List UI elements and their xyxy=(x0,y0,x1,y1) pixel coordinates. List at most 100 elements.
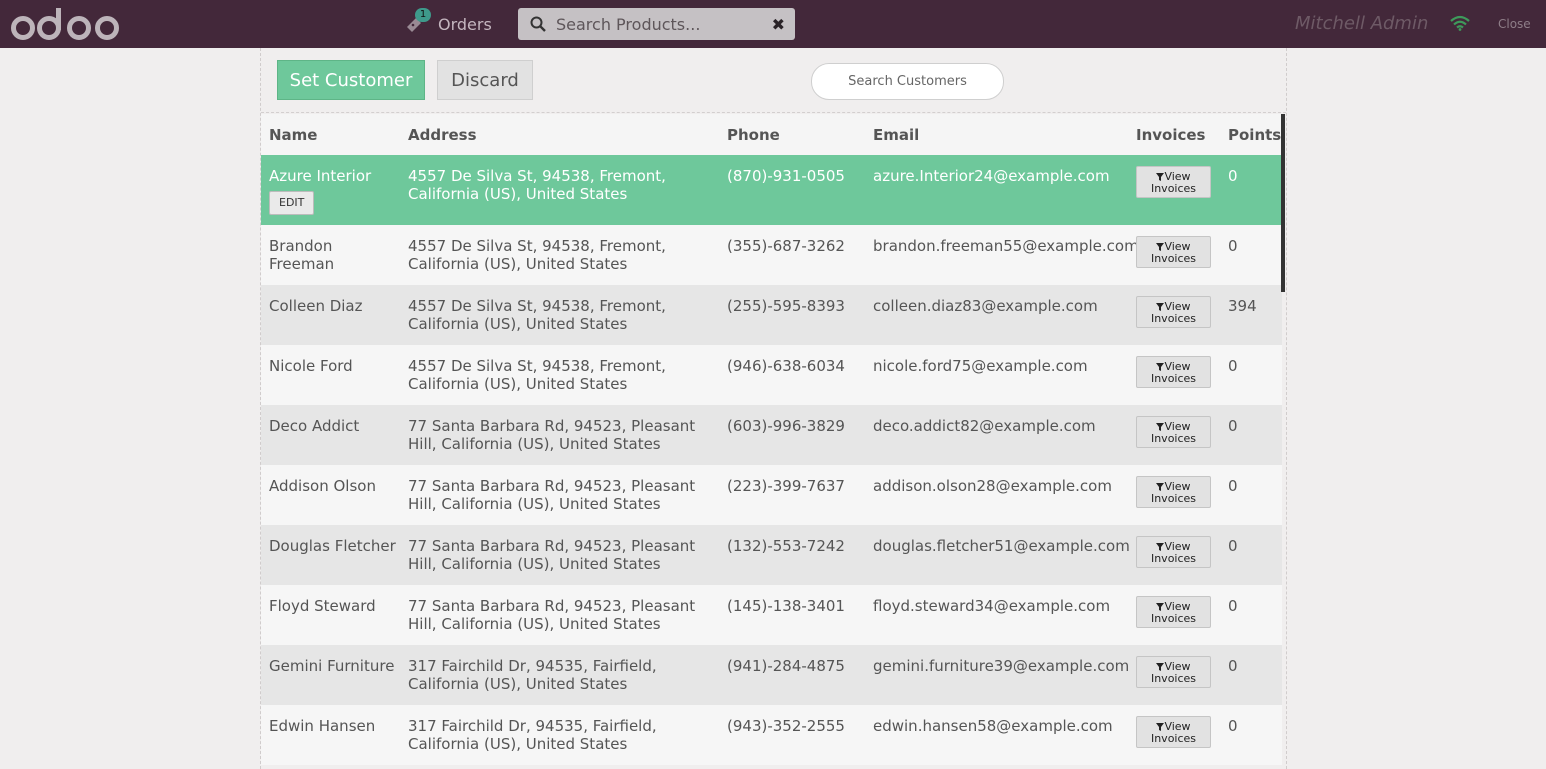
customer-list-panel: Set Customer Discard Name Address Phone … xyxy=(260,48,1287,769)
customer-name-cell: Nicole Ford xyxy=(261,345,400,405)
customer-phone: (946)-638-6034 xyxy=(727,357,845,375)
customer-name: Azure Interior xyxy=(269,167,372,185)
customer-name: Gemini Furniture xyxy=(269,657,395,675)
customer-email: brandon.freeman55@example.com xyxy=(873,237,1139,255)
customer-name: Addison Olson xyxy=(269,477,376,495)
customer-name-cell: Colleen Diaz xyxy=(261,285,400,345)
customer-invoices-cell: View Invoices xyxy=(1128,585,1220,645)
customer-address: 4557 De Silva St, 94538, Fremont, Califo… xyxy=(408,357,666,393)
orders-button[interactable]: 1 Orders xyxy=(404,8,492,38)
customer-name-cell: Floyd Steward xyxy=(261,585,400,645)
view-invoices-button[interactable]: View Invoices xyxy=(1136,236,1211,268)
customer-name: Brandon Freeman xyxy=(269,237,335,273)
column-header-phone: Phone xyxy=(719,114,865,155)
customer-address: 4557 De Silva St, 94538, Fremont, Califo… xyxy=(408,237,666,273)
customer-phone: (870)-931-0505 xyxy=(727,167,845,185)
customer-points: 0 xyxy=(1228,357,1238,375)
customer-name-cell: Addison Olson xyxy=(261,465,400,525)
table-row[interactable]: Floyd Steward 77 Santa Barbara Rd, 94523,… xyxy=(261,585,1282,645)
table-row[interactable]: Douglas Fletcher 77 Santa Barbara Rd, 945… xyxy=(261,525,1282,585)
orders-label: Orders xyxy=(438,14,492,34)
view-invoices-button[interactable]: View Invoices xyxy=(1136,596,1211,628)
customer-name-cell: Deco Addict xyxy=(261,405,400,465)
customer-phone: (943)-352-2555 xyxy=(727,717,845,735)
view-invoices-button[interactable]: View Invoices xyxy=(1136,476,1211,508)
table-row[interactable]: Azure Interior EDIT 4557 De Silva St, 9453… xyxy=(261,155,1282,225)
customer-table: Name Address Phone Email Invoices Points… xyxy=(261,114,1282,765)
odoo-logo xyxy=(11,8,119,40)
customer-name-cell: Brandon Freeman xyxy=(261,225,400,285)
customer-address: 4557 De Silva St, 94538, Fremont, Califo… xyxy=(408,297,666,333)
customer-email: deco.addict82@example.com xyxy=(873,417,1096,435)
view-invoices-button[interactable]: View Invoices xyxy=(1136,166,1211,198)
customer-email: floyd.steward34@example.com xyxy=(873,597,1111,615)
view-invoices-label-2: Invoices xyxy=(1150,252,1197,265)
view-invoices-label-2: Invoices xyxy=(1150,672,1197,685)
customer-address: 77 Santa Barbara Rd, 94523, Pleasant Hil… xyxy=(408,477,696,513)
customer-points: 0 xyxy=(1228,717,1238,735)
customer-phone: (603)-996-3829 xyxy=(727,417,845,435)
customer-points: 0 xyxy=(1228,537,1238,555)
customer-name: Colleen Diaz xyxy=(269,297,363,315)
view-invoices-button[interactable]: View Invoices xyxy=(1136,356,1211,388)
column-header-email: Email xyxy=(865,114,1128,155)
customer-email: colleen.diaz83@example.com xyxy=(873,297,1098,315)
customer-search-input[interactable] xyxy=(820,73,995,90)
set-customer-button[interactable]: Set Customer xyxy=(277,60,425,100)
view-invoices-button[interactable]: View Invoices xyxy=(1136,716,1211,748)
customer-email: azure.Interior24@example.com xyxy=(873,167,1110,185)
table-row[interactable]: Gemini Furniture 317 Fairchild Dr, 94535,… xyxy=(261,645,1282,705)
customer-invoices-cell: View Invoices xyxy=(1128,225,1220,285)
customer-email: nicole.ford75@example.com xyxy=(873,357,1088,375)
product-search-input[interactable] xyxy=(554,13,758,35)
table-row[interactable]: Deco Addict 77 Santa Barbara Rd, 94523, P… xyxy=(261,405,1282,465)
customer-email: addison.olson28@example.com xyxy=(873,477,1112,495)
customer-invoices-cell: View Invoices xyxy=(1128,705,1220,765)
table-row[interactable]: Addison Olson 77 Santa Barbara Rd, 94523,… xyxy=(261,465,1282,525)
customer-name-cell: Edwin Hansen xyxy=(261,705,400,765)
customer-toolbar: Set Customer Discard xyxy=(261,48,1286,113)
close-icon[interactable]: ✖ xyxy=(772,15,785,34)
view-invoices-button[interactable]: View Invoices xyxy=(1136,656,1211,688)
customer-points: 0 xyxy=(1228,237,1238,255)
column-header-name: Name xyxy=(261,114,400,155)
discard-button[interactable]: Discard xyxy=(437,60,533,100)
view-invoices-button[interactable]: View Invoices xyxy=(1136,296,1211,328)
scrollbar-thumb[interactable] xyxy=(1281,114,1285,292)
customer-phone: (941)-284-4875 xyxy=(727,657,845,675)
customer-invoices-cell: View Invoices xyxy=(1128,345,1220,405)
customer-name-cell: Gemini Furniture xyxy=(261,645,400,705)
customer-address: 77 Santa Barbara Rd, 94523, Pleasant Hil… xyxy=(408,597,696,633)
table-row[interactable]: Nicole Ford 4557 De Silva St, 94538, Frem… xyxy=(261,345,1282,405)
customer-table-container[interactable]: Name Address Phone Email Invoices Points… xyxy=(261,114,1282,769)
customer-search-box[interactable] xyxy=(811,63,1004,100)
customer-invoices-cell: View Invoices xyxy=(1128,465,1220,525)
view-invoices-label-2: Invoices xyxy=(1150,182,1197,195)
view-invoices-button[interactable]: View Invoices xyxy=(1136,536,1211,568)
table-row[interactable]: Brandon Freeman 4557 De Silva St, 94538, … xyxy=(261,225,1282,285)
close-button[interactable]: Close xyxy=(1498,17,1531,31)
view-invoices-label-2: Invoices xyxy=(1150,372,1197,385)
customer-address: 77 Santa Barbara Rd, 94523, Pleasant Hil… xyxy=(408,537,696,573)
customer-points: 0 xyxy=(1228,417,1238,435)
table-row[interactable]: Colleen Diaz 4557 De Silva St, 94538, Fre… xyxy=(261,285,1282,345)
table-header-row: Name Address Phone Email Invoices Points xyxy=(261,114,1282,155)
table-row[interactable]: Edwin Hansen 317 Fairchild Dr, 94535, Fai… xyxy=(261,705,1282,765)
search-icon xyxy=(530,16,546,32)
customer-name: Deco Addict xyxy=(269,417,360,435)
edit-customer-button[interactable]: EDIT xyxy=(269,191,315,215)
customer-name-cell: Douglas Fletcher xyxy=(261,525,400,585)
product-search-box[interactable]: ✖ xyxy=(518,8,795,40)
customer-name: Nicole Ford xyxy=(269,357,353,375)
view-invoices-button[interactable]: View Invoices xyxy=(1136,416,1211,448)
customer-points: 0 xyxy=(1228,657,1238,675)
customer-address: 4557 De Silva St, 94538, Fremont, Califo… xyxy=(408,167,666,203)
ticket-icon: 1 xyxy=(404,8,431,34)
customer-address: 317 Fairchild Dr, 94535, Fairfield, Cali… xyxy=(408,657,657,693)
view-invoices-label-2: Invoices xyxy=(1150,432,1197,445)
view-invoices-label-2: Invoices xyxy=(1150,732,1197,745)
customer-invoices-cell: View Invoices xyxy=(1128,155,1220,225)
customer-phone: (132)-553-7242 xyxy=(727,537,845,555)
customer-points: 0 xyxy=(1228,167,1238,185)
customer-address: 77 Santa Barbara Rd, 94523, Pleasant Hil… xyxy=(408,417,696,453)
